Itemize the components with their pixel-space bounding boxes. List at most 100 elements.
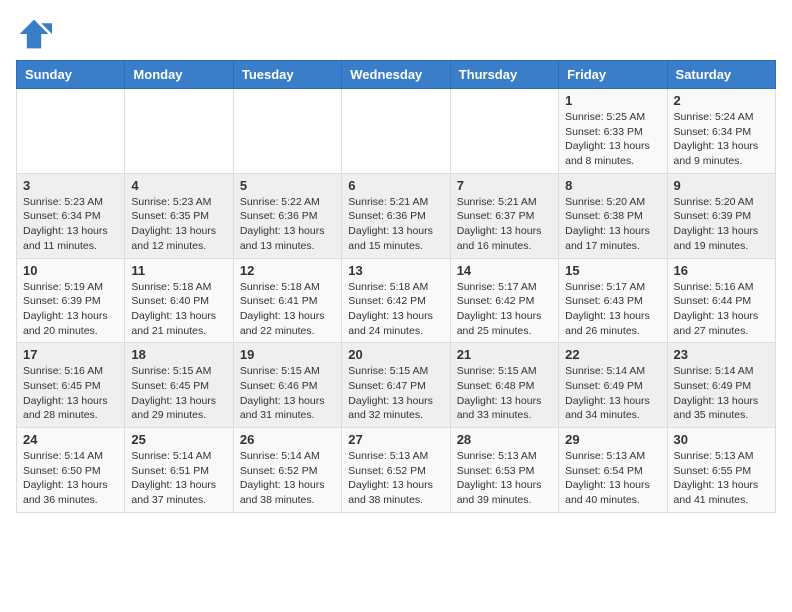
calendar-cell: 20 Sunrise: 5:15 AM Sunset: 6:47 PM Dayli…: [342, 343, 450, 428]
day-info: Sunrise: 5:15 AM Sunset: 6:45 PM Dayligh…: [131, 364, 226, 423]
day-number: 5: [240, 178, 335, 193]
calendar-table: SundayMondayTuesdayWednesdayThursdayFrid…: [16, 60, 776, 513]
weekday-header-saturday: Saturday: [667, 61, 775, 89]
day-info: Sunrise: 5:16 AM Sunset: 6:45 PM Dayligh…: [23, 364, 118, 423]
day-number: 23: [674, 347, 769, 362]
weekday-header-tuesday: Tuesday: [233, 61, 341, 89]
calendar-cell: 9 Sunrise: 5:20 AM Sunset: 6:39 PM Daylig…: [667, 173, 775, 258]
day-info: Sunrise: 5:24 AM Sunset: 6:34 PM Dayligh…: [674, 110, 769, 169]
calendar-cell: 6Sunrise: 5:21 AM Sunset: 6:36 PM Daylig…: [342, 173, 450, 258]
day-number: 22: [565, 347, 660, 362]
page-header: [16, 16, 776, 52]
calendar-cell: 24 Sunrise: 5:14 AM Sunset: 6:50 PM Dayli…: [17, 428, 125, 513]
calendar-cell: [17, 89, 125, 174]
day-number: 28: [457, 432, 552, 447]
calendar-cell: 18 Sunrise: 5:15 AM Sunset: 6:45 PM Dayli…: [125, 343, 233, 428]
day-number: 25: [131, 432, 226, 447]
calendar-cell: 8 Sunrise: 5:20 AM Sunset: 6:38 PM Daylig…: [559, 173, 667, 258]
day-number: 6: [348, 178, 443, 193]
calendar-cell: [233, 89, 341, 174]
day-number: 16: [674, 263, 769, 278]
day-number: 12: [240, 263, 335, 278]
day-info: Sunrise: 5:14 AM Sunset: 6:49 PM Dayligh…: [565, 364, 660, 423]
day-number: 9: [674, 178, 769, 193]
day-number: 10: [23, 263, 118, 278]
day-number: 17: [23, 347, 118, 362]
day-number: 4: [131, 178, 226, 193]
day-number: 26: [240, 432, 335, 447]
calendar-cell: 12Sunrise: 5:18 AM Sunset: 6:41 PM Dayli…: [233, 258, 341, 343]
weekday-header-sunday: Sunday: [17, 61, 125, 89]
day-number: 15: [565, 263, 660, 278]
calendar-cell: [342, 89, 450, 174]
day-number: 27: [348, 432, 443, 447]
day-info: Sunrise: 5:13 AM Sunset: 6:54 PM Dayligh…: [565, 449, 660, 508]
day-info: Sunrise: 5:20 AM Sunset: 6:39 PM Dayligh…: [674, 195, 769, 254]
calendar-cell: 27 Sunrise: 5:13 AM Sunset: 6:52 PM Dayli…: [342, 428, 450, 513]
day-number: 3: [23, 178, 118, 193]
calendar-cell: 17 Sunrise: 5:16 AM Sunset: 6:45 PM Dayli…: [17, 343, 125, 428]
logo-icon: [16, 16, 52, 52]
day-number: 24: [23, 432, 118, 447]
calendar-cell: 1 Sunrise: 5:25 AM Sunset: 6:33 PM Daylig…: [559, 89, 667, 174]
day-info: Sunrise: 5:23 AM Sunset: 6:34 PM Dayligh…: [23, 195, 118, 254]
day-number: 8: [565, 178, 660, 193]
calendar-cell: 15Sunrise: 5:17 AM Sunset: 6:43 PM Dayli…: [559, 258, 667, 343]
day-info: Sunrise: 5:23 AM Sunset: 6:35 PM Dayligh…: [131, 195, 226, 254]
weekday-header-row: SundayMondayTuesdayWednesdayThursdayFrid…: [17, 61, 776, 89]
day-info: Sunrise: 5:18 AM Sunset: 6:42 PM Dayligh…: [348, 280, 443, 339]
weekday-header-friday: Friday: [559, 61, 667, 89]
day-number: 29: [565, 432, 660, 447]
day-number: 13: [348, 263, 443, 278]
calendar-cell: [125, 89, 233, 174]
calendar-cell: 21 Sunrise: 5:15 AM Sunset: 6:48 PM Dayli…: [450, 343, 558, 428]
day-number: 18: [131, 347, 226, 362]
calendar-cell: 3 Sunrise: 5:23 AM Sunset: 6:34 PM Daylig…: [17, 173, 125, 258]
calendar-cell: 7Sunrise: 5:21 AM Sunset: 6:37 PM Daylig…: [450, 173, 558, 258]
week-row-3: 17 Sunrise: 5:16 AM Sunset: 6:45 PM Dayli…: [17, 343, 776, 428]
day-number: 20: [348, 347, 443, 362]
calendar-cell: 2Sunrise: 5:24 AM Sunset: 6:34 PM Daylig…: [667, 89, 775, 174]
calendar-cell: 29 Sunrise: 5:13 AM Sunset: 6:54 PM Dayli…: [559, 428, 667, 513]
day-info: Sunrise: 5:15 AM Sunset: 6:47 PM Dayligh…: [348, 364, 443, 423]
calendar-cell: 5 Sunrise: 5:22 AM Sunset: 6:36 PM Daylig…: [233, 173, 341, 258]
day-info: Sunrise: 5:15 AM Sunset: 6:48 PM Dayligh…: [457, 364, 552, 423]
weekday-header-wednesday: Wednesday: [342, 61, 450, 89]
logo: [16, 16, 56, 52]
weekday-header-thursday: Thursday: [450, 61, 558, 89]
weekday-header-monday: Monday: [125, 61, 233, 89]
day-info: Sunrise: 5:15 AM Sunset: 6:46 PM Dayligh…: [240, 364, 335, 423]
day-info: Sunrise: 5:14 AM Sunset: 6:52 PM Dayligh…: [240, 449, 335, 508]
calendar-cell: 28 Sunrise: 5:13 AM Sunset: 6:53 PM Dayli…: [450, 428, 558, 513]
day-number: 30: [674, 432, 769, 447]
calendar-cell: 30 Sunrise: 5:13 AM Sunset: 6:55 PM Dayli…: [667, 428, 775, 513]
calendar-cell: [450, 89, 558, 174]
calendar-cell: 14 Sunrise: 5:17 AM Sunset: 6:42 PM Dayli…: [450, 258, 558, 343]
calendar-cell: 19 Sunrise: 5:15 AM Sunset: 6:46 PM Dayli…: [233, 343, 341, 428]
day-number: 11: [131, 263, 226, 278]
day-info: Sunrise: 5:20 AM Sunset: 6:38 PM Dayligh…: [565, 195, 660, 254]
day-info: Sunrise: 5:14 AM Sunset: 6:50 PM Dayligh…: [23, 449, 118, 508]
day-info: Sunrise: 5:17 AM Sunset: 6:42 PM Dayligh…: [457, 280, 552, 339]
day-info: Sunrise: 5:13 AM Sunset: 6:53 PM Dayligh…: [457, 449, 552, 508]
calendar-cell: 23 Sunrise: 5:14 AM Sunset: 6:49 PM Dayli…: [667, 343, 775, 428]
calendar-cell: 13 Sunrise: 5:18 AM Sunset: 6:42 PM Dayli…: [342, 258, 450, 343]
calendar-cell: 25 Sunrise: 5:14 AM Sunset: 6:51 PM Dayli…: [125, 428, 233, 513]
week-row-2: 10Sunrise: 5:19 AM Sunset: 6:39 PM Dayli…: [17, 258, 776, 343]
day-info: Sunrise: 5:25 AM Sunset: 6:33 PM Dayligh…: [565, 110, 660, 169]
day-info: Sunrise: 5:13 AM Sunset: 6:52 PM Dayligh…: [348, 449, 443, 508]
day-info: Sunrise: 5:14 AM Sunset: 6:49 PM Dayligh…: [674, 364, 769, 423]
calendar-cell: 16Sunrise: 5:16 AM Sunset: 6:44 PM Dayli…: [667, 258, 775, 343]
day-info: Sunrise: 5:14 AM Sunset: 6:51 PM Dayligh…: [131, 449, 226, 508]
calendar-cell: 4 Sunrise: 5:23 AM Sunset: 6:35 PM Daylig…: [125, 173, 233, 258]
day-number: 14: [457, 263, 552, 278]
day-info: Sunrise: 5:13 AM Sunset: 6:55 PM Dayligh…: [674, 449, 769, 508]
day-number: 21: [457, 347, 552, 362]
week-row-1: 3 Sunrise: 5:23 AM Sunset: 6:34 PM Daylig…: [17, 173, 776, 258]
day-number: 1: [565, 93, 660, 108]
calendar-cell: 11Sunrise: 5:18 AM Sunset: 6:40 PM Dayli…: [125, 258, 233, 343]
day-number: 7: [457, 178, 552, 193]
day-info: Sunrise: 5:22 AM Sunset: 6:36 PM Dayligh…: [240, 195, 335, 254]
day-number: 19: [240, 347, 335, 362]
week-row-4: 24 Sunrise: 5:14 AM Sunset: 6:50 PM Dayli…: [17, 428, 776, 513]
